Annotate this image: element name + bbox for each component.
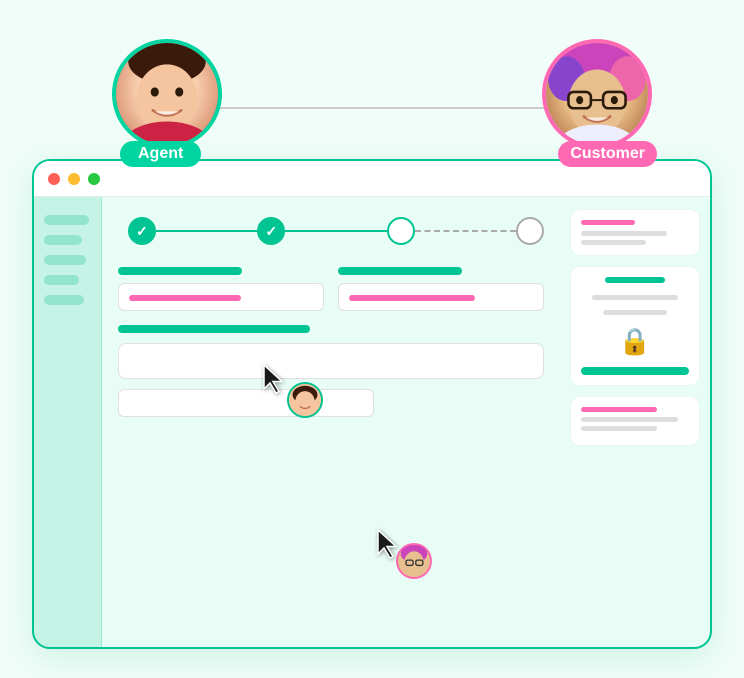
step-line-2 [285, 230, 386, 232]
bottom-card-line-1 [581, 417, 678, 422]
step-3 [387, 217, 415, 245]
browser-content: ✓ ✓ [34, 197, 710, 647]
customer-label: Customer [558, 141, 657, 167]
form-column-2 [338, 267, 544, 311]
step-2: ✓ [257, 217, 285, 245]
window-minimize-dot[interactable] [68, 173, 80, 185]
field-value-2 [349, 295, 475, 301]
large-input-1[interactable] [118, 343, 544, 379]
step-2-check: ✓ [265, 223, 277, 240]
step-line-1 [156, 230, 257, 232]
progress-stepper: ✓ ✓ [128, 217, 544, 245]
step-1-check: ✓ [136, 223, 148, 240]
customer-cursor-icon [374, 528, 402, 560]
main-content: ✓ ✓ [102, 197, 560, 647]
lock-card: 🔒 [570, 266, 700, 386]
lock-icon: 🔒 [617, 321, 653, 361]
step-4 [516, 217, 544, 245]
form-row-2 [118, 325, 544, 333]
step-line-3 [415, 230, 516, 232]
connection-line [180, 107, 550, 109]
bottom-card-line-2 [581, 426, 657, 431]
sidebar-item[interactable] [44, 215, 89, 225]
field-label-3 [118, 325, 310, 333]
customer-cursor [374, 528, 402, 565]
agent-mini-avatar [287, 382, 323, 418]
bottom-card-highlight [581, 407, 657, 412]
right-card-1 [570, 209, 700, 256]
field-input-1[interactable] [118, 283, 324, 311]
customer-avatar [542, 39, 652, 149]
bottom-card [570, 396, 700, 446]
sidebar-item[interactable] [44, 235, 82, 245]
step-1: ✓ [128, 217, 156, 245]
agent-label: Agent [120, 141, 201, 167]
window-maximize-dot[interactable] [88, 173, 100, 185]
field-label-2 [338, 267, 462, 275]
field-value-1 [129, 295, 241, 301]
field-label-1 [118, 267, 242, 275]
sidebar-item[interactable] [44, 255, 86, 265]
lock-card-line-2 [603, 310, 668, 315]
card1-line-2 [581, 240, 646, 245]
window-close-dot[interactable] [48, 173, 60, 185]
agent-cursor [260, 363, 288, 400]
form-column-1 [118, 267, 324, 311]
lock-card-label [605, 277, 664, 283]
form-row-1 [118, 267, 544, 311]
agent-face [116, 43, 218, 145]
field-input-2[interactable] [338, 283, 544, 311]
browser-window: ✓ ✓ [32, 159, 712, 649]
customer-face [546, 43, 648, 145]
sidebar-item[interactable] [44, 275, 79, 285]
right-panel: 🔒 [560, 197, 710, 647]
main-scene: Agent [32, 29, 712, 649]
agent-cursor-icon [260, 363, 288, 395]
lock-button[interactable] [581, 367, 689, 375]
agent-avatar [112, 39, 222, 149]
sidebar-item[interactable] [44, 295, 84, 305]
card1-line-1 [581, 231, 667, 236]
card1-highlight [581, 220, 635, 225]
lock-card-line-1 [592, 295, 678, 300]
small-input-1[interactable] [118, 389, 374, 417]
sidebar [34, 197, 102, 647]
